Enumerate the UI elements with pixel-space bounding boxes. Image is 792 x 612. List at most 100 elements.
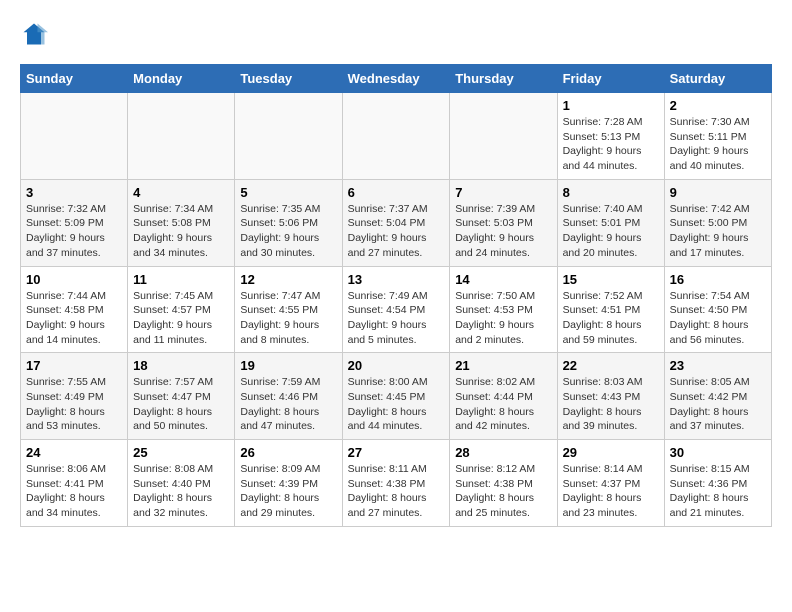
calendar-week-row: 3 Sunrise: 7:32 AM Sunset: 5:09 PM Daylig…	[21, 179, 772, 266]
calendar-week-row: 10 Sunrise: 7:44 AM Sunset: 4:58 PM Dayli…	[21, 266, 772, 353]
calendar-cell: 2Sunrise: 7:30 AM Sunset: 5:11 PM Daylig…	[664, 93, 771, 180]
calendar-cell: 13 Sunrise: 7:49 AM Sunset: 4:54 PM Dayli…	[342, 266, 450, 353]
day-info: Sunrise: 8:08 AM Sunset: 4:40 PM Dayligh…	[133, 462, 229, 521]
day-number: 12	[240, 272, 336, 287]
day-number: 10	[26, 272, 122, 287]
day-header-tuesday: Tuesday	[235, 65, 342, 93]
day-info: Sunrise: 7:55 AM Sunset: 4:49 PM Dayligh…	[26, 375, 122, 434]
day-number: 17	[26, 358, 122, 373]
day-info: Sunrise: 7:42 AM Sunset: 5:00 PM Dayligh…	[670, 202, 766, 261]
calendar-cell: 15Sunrise: 7:52 AM Sunset: 4:51 PM Dayli…	[557, 266, 664, 353]
day-info: Sunrise: 7:30 AM Sunset: 5:11 PM Dayligh…	[670, 115, 766, 174]
day-number: 5	[240, 185, 336, 200]
day-header-friday: Friday	[557, 65, 664, 93]
calendar-cell: 18 Sunrise: 7:57 AM Sunset: 4:47 PM Dayli…	[128, 353, 235, 440]
day-header-thursday: Thursday	[450, 65, 557, 93]
day-number: 27	[348, 445, 445, 460]
calendar-cell: 1 Sunrise: 7:28 AM Sunset: 5:13 PM Daylig…	[557, 93, 664, 180]
calendar-cell: 5 Sunrise: 7:35 AM Sunset: 5:06 PM Daylig…	[235, 179, 342, 266]
day-header-monday: Monday	[128, 65, 235, 93]
day-info: Sunrise: 7:34 AM Sunset: 5:08 PM Dayligh…	[133, 202, 229, 261]
calendar-cell: 21 Sunrise: 8:02 AM Sunset: 4:44 PM Dayli…	[450, 353, 557, 440]
day-info: Sunrise: 8:14 AM Sunset: 4:37 PM Dayligh…	[563, 462, 659, 521]
logo-icon	[20, 20, 48, 48]
day-info: Sunrise: 8:06 AM Sunset: 4:41 PM Dayligh…	[26, 462, 122, 521]
day-info: Sunrise: 8:15 AM Sunset: 4:36 PM Dayligh…	[670, 462, 766, 521]
day-info: Sunrise: 8:09 AM Sunset: 4:39 PM Dayligh…	[240, 462, 336, 521]
day-number: 13	[348, 272, 445, 287]
calendar-cell: 20Sunrise: 8:00 AM Sunset: 4:45 PM Dayli…	[342, 353, 450, 440]
day-number: 4	[133, 185, 229, 200]
day-header-wednesday: Wednesday	[342, 65, 450, 93]
day-number: 25	[133, 445, 229, 460]
day-number: 3	[26, 185, 122, 200]
day-number: 22	[563, 358, 659, 373]
day-info: Sunrise: 7:45 AM Sunset: 4:57 PM Dayligh…	[133, 289, 229, 348]
calendar-cell: 17 Sunrise: 7:55 AM Sunset: 4:49 PM Dayli…	[21, 353, 128, 440]
day-number: 24	[26, 445, 122, 460]
day-number: 18	[133, 358, 229, 373]
day-info: Sunrise: 7:35 AM Sunset: 5:06 PM Dayligh…	[240, 202, 336, 261]
day-number: 23	[670, 358, 766, 373]
day-number: 26	[240, 445, 336, 460]
calendar-cell: 11 Sunrise: 7:45 AM Sunset: 4:57 PM Dayli…	[128, 266, 235, 353]
day-number: 14	[455, 272, 551, 287]
day-number: 1	[563, 98, 659, 113]
day-info: Sunrise: 7:49 AM Sunset: 4:54 PM Dayligh…	[348, 289, 445, 348]
day-number: 11	[133, 272, 229, 287]
calendar-week-row: 1 Sunrise: 7:28 AM Sunset: 5:13 PM Daylig…	[21, 93, 772, 180]
day-info: Sunrise: 7:59 AM Sunset: 4:46 PM Dayligh…	[240, 375, 336, 434]
day-number: 19	[240, 358, 336, 373]
calendar-table: SundayMondayTuesdayWednesdayThursdayFrid…	[20, 64, 772, 527]
day-number: 6	[348, 185, 445, 200]
calendar-cell: 6 Sunrise: 7:37 AM Sunset: 5:04 PM Daylig…	[342, 179, 450, 266]
calendar-cell: 22Sunrise: 8:03 AM Sunset: 4:43 PM Dayli…	[557, 353, 664, 440]
day-info: Sunrise: 7:52 AM Sunset: 4:51 PM Dayligh…	[563, 289, 659, 348]
calendar-cell: 8Sunrise: 7:40 AM Sunset: 5:01 PM Daylig…	[557, 179, 664, 266]
calendar-cell: 24 Sunrise: 8:06 AM Sunset: 4:41 PM Dayli…	[21, 440, 128, 527]
day-info: Sunrise: 7:57 AM Sunset: 4:47 PM Dayligh…	[133, 375, 229, 434]
day-number: 30	[670, 445, 766, 460]
day-info: Sunrise: 7:47 AM Sunset: 4:55 PM Dayligh…	[240, 289, 336, 348]
calendar-cell: 12 Sunrise: 7:47 AM Sunset: 4:55 PM Dayli…	[235, 266, 342, 353]
day-info: Sunrise: 8:00 AM Sunset: 4:45 PM Dayligh…	[348, 375, 445, 434]
day-number: 28	[455, 445, 551, 460]
day-info: Sunrise: 7:44 AM Sunset: 4:58 PM Dayligh…	[26, 289, 122, 348]
day-header-saturday: Saturday	[664, 65, 771, 93]
day-info: Sunrise: 7:32 AM Sunset: 5:09 PM Dayligh…	[26, 202, 122, 261]
day-info: Sunrise: 7:37 AM Sunset: 5:04 PM Dayligh…	[348, 202, 445, 261]
day-number: 16	[670, 272, 766, 287]
day-number: 29	[563, 445, 659, 460]
calendar-cell: 30 Sunrise: 8:15 AM Sunset: 4:36 PM Dayli…	[664, 440, 771, 527]
day-number: 9	[670, 185, 766, 200]
calendar-cell	[342, 93, 450, 180]
calendar-cell: 3 Sunrise: 7:32 AM Sunset: 5:09 PM Daylig…	[21, 179, 128, 266]
day-number: 7	[455, 185, 551, 200]
day-header-sunday: Sunday	[21, 65, 128, 93]
page-header	[20, 20, 772, 48]
calendar-cell	[21, 93, 128, 180]
calendar-week-row: 24 Sunrise: 8:06 AM Sunset: 4:41 PM Dayli…	[21, 440, 772, 527]
calendar-cell	[450, 93, 557, 180]
logo	[20, 20, 52, 48]
calendar-cell: 28Sunrise: 8:12 AM Sunset: 4:38 PM Dayli…	[450, 440, 557, 527]
day-info: Sunrise: 8:02 AM Sunset: 4:44 PM Dayligh…	[455, 375, 551, 434]
calendar-cell: 14Sunrise: 7:50 AM Sunset: 4:53 PM Dayli…	[450, 266, 557, 353]
calendar-cell: 4 Sunrise: 7:34 AM Sunset: 5:08 PM Daylig…	[128, 179, 235, 266]
calendar-cell: 9 Sunrise: 7:42 AM Sunset: 5:00 PM Daylig…	[664, 179, 771, 266]
day-info: Sunrise: 8:11 AM Sunset: 4:38 PM Dayligh…	[348, 462, 445, 521]
calendar-cell: 16 Sunrise: 7:54 AM Sunset: 4:50 PM Dayli…	[664, 266, 771, 353]
day-info: Sunrise: 7:40 AM Sunset: 5:01 PM Dayligh…	[563, 202, 659, 261]
day-info: Sunrise: 7:54 AM Sunset: 4:50 PM Dayligh…	[670, 289, 766, 348]
day-info: Sunrise: 8:05 AM Sunset: 4:42 PM Dayligh…	[670, 375, 766, 434]
calendar-week-row: 17 Sunrise: 7:55 AM Sunset: 4:49 PM Dayli…	[21, 353, 772, 440]
calendar-cell: 10 Sunrise: 7:44 AM Sunset: 4:58 PM Dayli…	[21, 266, 128, 353]
calendar-cell: 23 Sunrise: 8:05 AM Sunset: 4:42 PM Dayli…	[664, 353, 771, 440]
calendar-cell: 7Sunrise: 7:39 AM Sunset: 5:03 PM Daylig…	[450, 179, 557, 266]
calendar-cell: 29 Sunrise: 8:14 AM Sunset: 4:37 PM Dayli…	[557, 440, 664, 527]
day-number: 21	[455, 358, 551, 373]
calendar-cell: 27 Sunrise: 8:11 AM Sunset: 4:38 PM Dayli…	[342, 440, 450, 527]
calendar-cell	[128, 93, 235, 180]
day-info: Sunrise: 7:28 AM Sunset: 5:13 PM Dayligh…	[563, 115, 659, 174]
calendar-cell: 19 Sunrise: 7:59 AM Sunset: 4:46 PM Dayli…	[235, 353, 342, 440]
